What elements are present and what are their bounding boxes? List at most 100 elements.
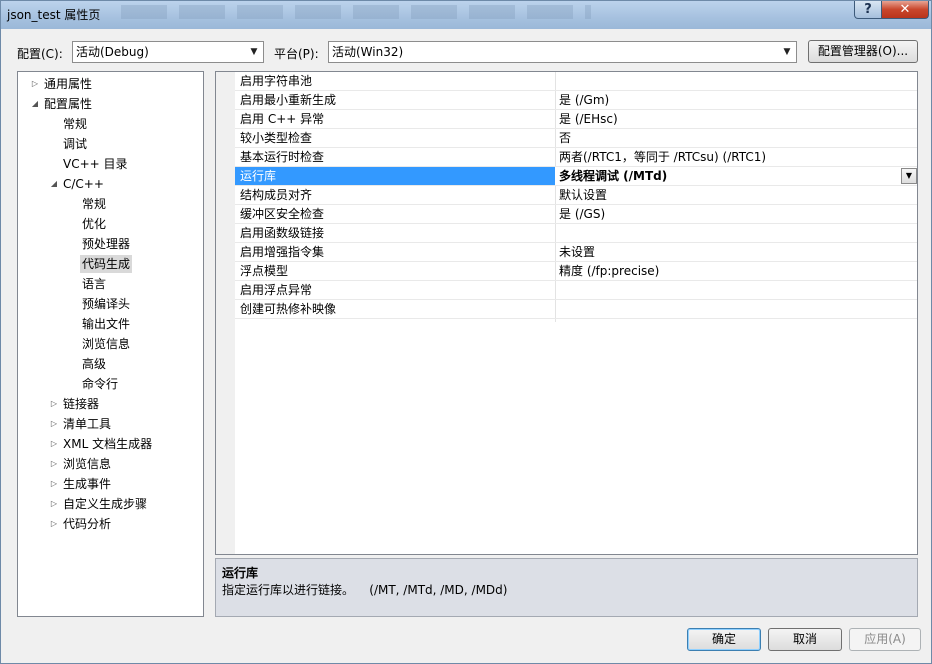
tree-item[interactable]: ▷ XML 文档生成器 <box>18 435 203 453</box>
property-name: 启用 C++ 异常 <box>240 112 325 126</box>
title-bar[interactable]: json_test 属性页 ? ✕ <box>1 1 931 29</box>
tree-item[interactable]: ▷ 通用属性 <box>18 75 203 93</box>
platform-combo-value: 活动(Win32) <box>332 45 404 59</box>
tree-item[interactable]: VC++ 目录 <box>18 155 203 173</box>
tree-item[interactable]: 浏览信息 <box>18 335 203 353</box>
property-name: 浮点模型 <box>240 264 289 278</box>
cancel-button[interactable]: 取消 <box>768 628 842 651</box>
apply-button[interactable]: 应用(A) <box>849 628 921 651</box>
tree-item-label: 预编译头 <box>82 297 131 311</box>
tree-collapsed-icon[interactable]: ▷ <box>30 75 40 93</box>
config-label: 配置(C): <box>17 47 63 61</box>
property-value: 默认设置 <box>559 188 608 202</box>
tree-item[interactable]: ▷ 生成事件 <box>18 475 203 493</box>
tree-collapsed-icon[interactable]: ▷ <box>49 495 59 513</box>
description-title: 运行库 <box>222 566 259 580</box>
tree-item-label: 生成事件 <box>63 477 112 491</box>
property-row[interactable]: 启用函数级链接 <box>235 224 917 243</box>
selection-highlight <box>235 167 555 185</box>
tree-item-label: 代码分析 <box>63 517 112 531</box>
tree-item-label: 语言 <box>82 277 107 291</box>
tree-item[interactable]: 优化 <box>18 215 203 233</box>
property-row[interactable]: 基本运行时检查 两者(/RTC1，等同于 /RTCsu) (/RTC1) <box>235 148 917 167</box>
property-row[interactable]: 启用 C++ 异常 是 (/EHsc) <box>235 110 917 129</box>
tree-item-label: 代码生成 <box>80 255 133 273</box>
tree-item[interactable]: 常规 <box>18 115 203 133</box>
config-combo[interactable]: 活动(Debug) ▼ <box>72 41 264 63</box>
tree-item[interactable]: 命令行 <box>18 375 203 393</box>
tree-item[interactable]: ▷ 清单工具 <box>18 415 203 433</box>
tree-item[interactable]: 语言 <box>18 275 203 293</box>
property-name: 基本运行时检查 <box>240 150 325 164</box>
tree-collapsed-icon[interactable]: ▷ <box>49 415 59 433</box>
property-value: 精度 (/fp:precise) <box>559 264 660 278</box>
tree-item-label: 优化 <box>82 217 107 231</box>
property-name: 结构成员对齐 <box>240 188 313 202</box>
tree-item-label: 常规 <box>82 197 107 211</box>
property-value[interactable]: 多线程调试 (/MTd) <box>559 167 667 185</box>
tree-item-label: 输出文件 <box>82 317 131 331</box>
tree-item-label: 命令行 <box>82 377 119 391</box>
tree-item[interactable]: ◢ C/C++ <box>18 175 203 193</box>
property-row[interactable]: 浮点模型 精度 (/fp:precise) <box>235 262 917 281</box>
property-row[interactable]: 运行库 多线程调试 (/MTd) ▼ <box>235 167 917 186</box>
dropdown-arrow-icon[interactable]: ▼ <box>901 168 917 184</box>
chevron-down-icon: ▼ <box>250 47 258 57</box>
tree-item[interactable]: ▷ 浏览信息 <box>18 455 203 473</box>
tree-item[interactable]: ▷ 自定义生成步骤 <box>18 495 203 513</box>
tree-item-label: 配置属性 <box>44 97 93 111</box>
property-tree[interactable]: ▷ 通用属性 ◢ 配置属性 常规 调试 VC++ 目录 ◢ C/C++ 常规 优化 预处理器 代码生成语… <box>17 71 204 617</box>
platform-combo[interactable]: 活动(Win32) ▼ <box>328 41 797 63</box>
property-row[interactable]: 启用最小重新生成 是 (/Gm) <box>235 91 917 110</box>
tree-expanded-icon[interactable]: ◢ <box>30 95 40 113</box>
property-name: 启用浮点异常 <box>240 283 313 297</box>
property-name: 启用字符串池 <box>240 74 313 88</box>
tree-item-label: 自定义生成步骤 <box>63 497 148 511</box>
tree-item-label: 预处理器 <box>82 237 131 251</box>
grid-gutter <box>216 72 235 554</box>
property-row[interactable]: 较小类型检查 否 <box>235 129 917 148</box>
tree-item-label: 浏览信息 <box>63 457 112 471</box>
tree-item-label: 链接器 <box>63 397 100 411</box>
tree-item[interactable]: 代码生成 <box>18 255 203 273</box>
tree-item-label: 清单工具 <box>63 417 112 431</box>
tree-expanded-icon[interactable]: ◢ <box>49 175 59 193</box>
config-manager-button[interactable]: 配置管理器(O)... <box>808 40 918 63</box>
tree-collapsed-icon[interactable]: ▷ <box>49 395 59 413</box>
property-row[interactable]: 缓冲区安全检查 是 (/GS) <box>235 205 917 224</box>
description-panel: 运行库 指定运行库以进行链接。 (/MT, /MTd, /MD, /MDd) <box>215 558 918 617</box>
property-row[interactable]: 启用浮点异常 <box>235 281 917 300</box>
tree-item[interactable]: ▷ 链接器 <box>18 395 203 413</box>
property-row[interactable]: 启用增强指令集 未设置 <box>235 243 917 262</box>
tree-item[interactable]: 输出文件 <box>18 315 203 333</box>
property-value: 未设置 <box>559 245 596 259</box>
tree-item[interactable]: 预处理器 <box>18 235 203 253</box>
property-name: 启用增强指令集 <box>240 245 325 259</box>
help-button[interactable]: ? <box>854 1 882 19</box>
config-combo-value: 活动(Debug) <box>76 45 149 59</box>
property-name: 启用最小重新生成 <box>240 93 337 107</box>
tree-item[interactable]: 预编译头 <box>18 295 203 313</box>
tree-item-label: 调试 <box>63 137 88 151</box>
property-value: 两者(/RTC1，等同于 /RTCsu) (/RTC1) <box>559 150 767 164</box>
tree-collapsed-icon[interactable]: ▷ <box>49 455 59 473</box>
property-value: 是 (/GS) <box>559 207 606 221</box>
property-row[interactable]: 结构成员对齐 默认设置 <box>235 186 917 205</box>
tree-item[interactable]: ◢ 配置属性 <box>18 95 203 113</box>
tree-item[interactable]: ▷ 代码分析 <box>18 515 203 533</box>
property-value: 是 (/EHsc) <box>559 112 618 126</box>
dialog-content: 配置(C): 活动(Debug) ▼ 平台(P): 活动(Win32) ▼ 配置… <box>8 29 924 658</box>
tree-collapsed-icon[interactable]: ▷ <box>49 435 59 453</box>
property-row[interactable]: 创建可热修补映像 <box>235 300 917 319</box>
tree-collapsed-icon[interactable]: ▷ <box>49 515 59 533</box>
ok-button[interactable]: 确定 <box>687 628 761 651</box>
tree-item-label: 通用属性 <box>44 77 93 91</box>
tree-item[interactable]: 常规 <box>18 195 203 213</box>
tree-collapsed-icon[interactable]: ▷ <box>49 475 59 493</box>
property-row[interactable]: 启用字符串池 <box>235 72 917 91</box>
tree-item[interactable]: 高级 <box>18 355 203 373</box>
property-grid[interactable]: 启用字符串池启用最小重新生成 是 (/Gm) 启用 C++ 异常 是 (/EHsc) 较… <box>215 71 918 555</box>
close-button[interactable]: ✕ <box>881 1 929 19</box>
property-name: 启用函数级链接 <box>240 226 325 240</box>
tree-item[interactable]: 调试 <box>18 135 203 153</box>
